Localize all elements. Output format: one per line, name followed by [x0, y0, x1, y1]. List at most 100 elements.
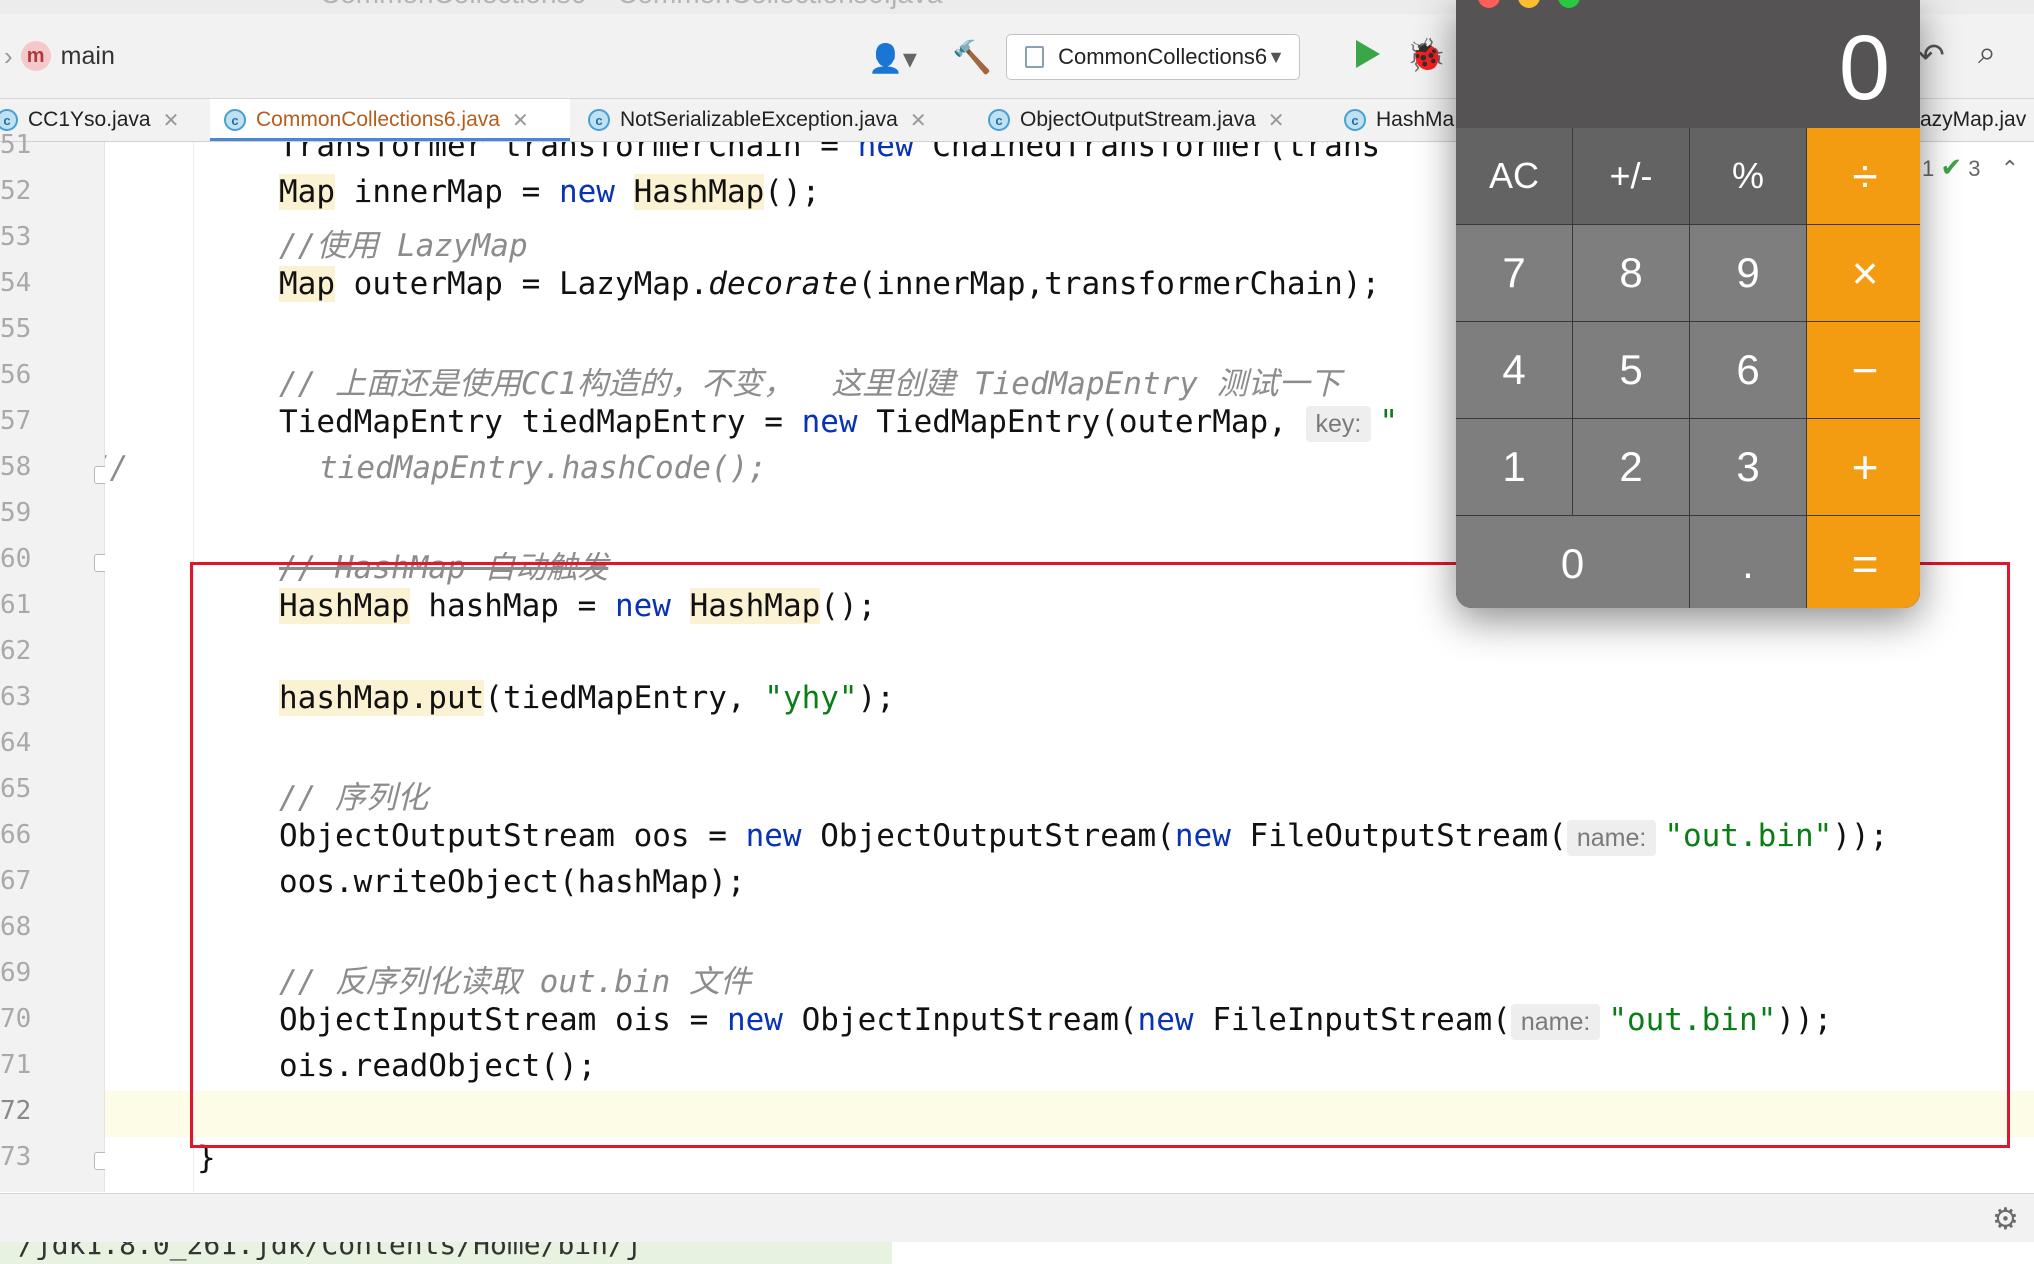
chevron-up-icon[interactable]: ⌃ — [2001, 156, 2019, 181]
plus-button[interactable]: + — [1807, 419, 1920, 515]
digit-0-button[interactable]: 0 — [1456, 516, 1689, 608]
gear-icon[interactable]: ⚙ — [1992, 1202, 2019, 1237]
run-configuration-select[interactable]: CommonCollections6 ▼ — [1006, 34, 1300, 80]
digit-7-button[interactable]: 7 — [1456, 225, 1572, 321]
line-number: 57 — [0, 406, 32, 436]
tab-label: CommonCollections6.java — [256, 108, 500, 131]
code-text: (); — [764, 174, 821, 210]
line-number: 56 — [0, 360, 32, 390]
warning-count: 1 — [1922, 156, 1935, 181]
code-line-52: Map innerMap = new HashMap(); — [279, 174, 820, 210]
search-icon[interactable]: ⌕ — [1978, 34, 1996, 72]
keyword: new — [857, 142, 914, 164]
digit-5-button[interactable]: 5 — [1573, 322, 1689, 418]
chevron-right-icon: › — [4, 40, 13, 71]
tab-objectoutputstream[interactable]: c ObjectOutputStream.java ✕ — [988, 99, 1318, 141]
line-number: 71 — [0, 1050, 32, 1080]
line-number: 62 — [0, 636, 32, 666]
undo-icon[interactable]: ↶ — [1918, 36, 1945, 74]
line-number: 64 — [0, 728, 32, 758]
line-number: 67 — [0, 866, 32, 896]
ac-button[interactable]: AC — [1456, 128, 1572, 224]
run-icon[interactable] — [1356, 40, 1380, 68]
line-number: 63 — [0, 682, 32, 712]
line-number: 70 — [0, 1004, 32, 1034]
zoom-window-button[interactable] — [1558, 0, 1580, 8]
close-icon[interactable]: ✕ — [163, 108, 180, 133]
digit-3-button[interactable]: 3 — [1690, 419, 1806, 515]
debug-bug-icon[interactable]: 🐞 — [1406, 36, 1446, 74]
digit-2-button[interactable]: 2 — [1573, 419, 1689, 515]
tab-label: ObjectOutputStream.java — [1020, 108, 1256, 131]
calculator-window[interactable]: 0 AC +/- % ÷ 7 8 9 × 4 5 6 − 1 2 3 + 0 .… — [1456, 0, 1920, 608]
chevron-down-icon: ▼ — [1267, 46, 1285, 67]
line-number: 66 — [0, 820, 32, 850]
calculator-display: 0 — [1838, 17, 1890, 119]
line-number: 58 — [0, 452, 32, 482]
close-icon[interactable]: ✕ — [512, 108, 529, 133]
line-number: 65 — [0, 774, 32, 804]
breadcrumb[interactable]: › m main — [4, 36, 115, 76]
tab-lazymap[interactable]: azyMap.jav — [1920, 99, 2026, 141]
calculator-display-area: 0 — [1456, 0, 1920, 128]
line-number: 73 — [0, 1142, 32, 1172]
multiply-button[interactable]: × — [1807, 225, 1920, 321]
close-icon[interactable]: ✕ — [1268, 108, 1285, 133]
line-number: 54 — [0, 268, 32, 298]
calculator-keypad: AC +/- % ÷ 7 8 9 × 4 5 6 − 1 2 3 + 0 . = — [1456, 128, 1920, 608]
keyword: new — [801, 404, 858, 440]
breadcrumb-method-label: main — [60, 41, 115, 70]
static-method: decorate — [708, 266, 858, 302]
line-number: 61 — [0, 590, 32, 620]
class-icon: c — [224, 109, 246, 131]
parameter-hint: key: — [1305, 406, 1372, 442]
minus-button[interactable]: − — [1807, 322, 1920, 418]
run-console: /jdk1.8.0_261.jdk/Contents/Home/bin/j — [0, 1242, 892, 1264]
code-text: ChainedTransformer(trans — [913, 142, 1381, 164]
tab-commoncollections6[interactable]: c CommonCollections6.java ✕ — [210, 99, 570, 141]
line-number: 53 — [0, 222, 32, 252]
type-name: Map — [279, 174, 335, 210]
code-text: Transformer transformerChain = — [279, 142, 858, 164]
code-text: (innerMap,transformerChain); — [857, 266, 1381, 302]
inspection-widget[interactable]: 1 ✔ 3 ⌃ — [1922, 152, 2019, 183]
close-icon[interactable]: ✕ — [910, 108, 927, 133]
equals-button[interactable]: = — [1807, 516, 1920, 608]
run-config-icon — [1025, 46, 1045, 68]
code-text: TiedMapEntry(outerMap, — [857, 404, 1287, 440]
line-number: 68 — [0, 912, 32, 942]
divide-button[interactable]: ÷ — [1807, 128, 1920, 224]
code-comment: //使用 LazyMap — [279, 228, 528, 264]
line-number: 51 — [0, 130, 32, 160]
method-icon: m — [20, 41, 51, 71]
line-number: 55 — [0, 314, 32, 344]
digit-1-button[interactable]: 1 — [1456, 419, 1572, 515]
line-number: 59 — [0, 498, 32, 528]
keyword: new — [558, 174, 615, 210]
window-title: CommonCollections6 – CommonCollections6.… — [320, 0, 943, 10]
class-icon: c — [988, 109, 1010, 131]
console-text: /jdk1.8.0_261.jdk/Contents/Home/bin/j — [18, 1242, 642, 1261]
digit-6-button[interactable]: 6 — [1690, 322, 1806, 418]
code-comment: // 上面还是使用CC1构造的，不变， 这里创建 TiedMapEntry 测试… — [279, 366, 1341, 402]
digit-9-button[interactable]: 9 — [1690, 225, 1806, 321]
user-icon[interactable]: 👤▾ — [868, 42, 917, 75]
tab-notserializableexception[interactable]: c NotSerializableException.java ✕ — [588, 99, 968, 141]
close-window-button[interactable] — [1478, 0, 1500, 8]
tab-hashmap[interactable]: c HashMa — [1344, 99, 1464, 141]
code-text: innerMap = — [335, 174, 559, 210]
annotation-highlight-box — [190, 562, 2010, 1148]
code-comment-prefix: // — [105, 450, 129, 486]
minimize-window-button[interactable] — [1518, 0, 1540, 8]
tab-label: CC1Yso.java — [28, 108, 151, 131]
percent-button[interactable]: % — [1690, 128, 1806, 224]
build-hammer-icon[interactable]: 🔨 — [952, 38, 992, 76]
code-comment: tiedMapEntry.hashCode(); — [319, 450, 767, 486]
type-name: Map — [279, 266, 335, 302]
line-number: 69 — [0, 958, 32, 988]
digit-8-button[interactable]: 8 — [1573, 225, 1689, 321]
sign-toggle-button[interactable]: +/- — [1573, 128, 1689, 224]
digit-4-button[interactable]: 4 — [1456, 322, 1572, 418]
decimal-button[interactable]: . — [1690, 516, 1806, 608]
tab-label: azyMap.jav — [1920, 108, 2027, 131]
